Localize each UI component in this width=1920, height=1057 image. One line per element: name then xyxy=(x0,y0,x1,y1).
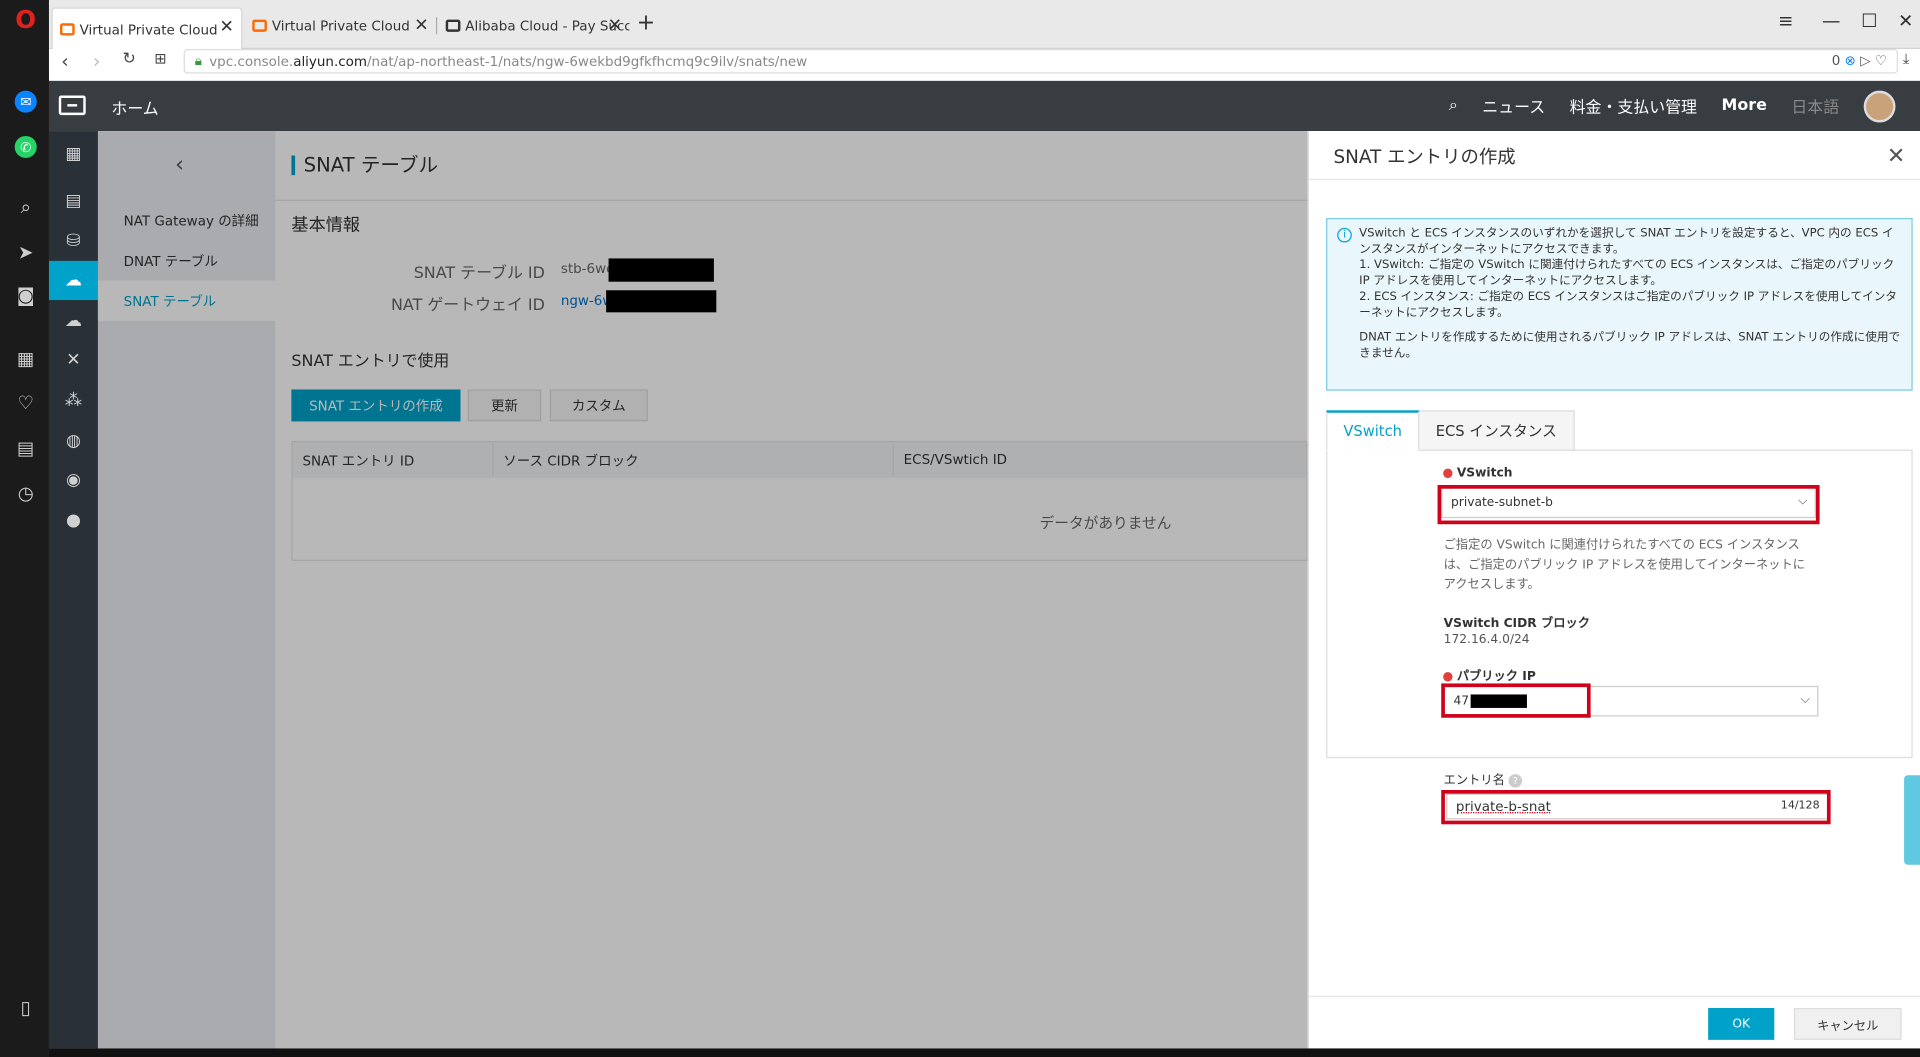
header-actions: ⌕ ニュース 料金・支払い管理 More 日本語 xyxy=(1449,81,1920,131)
browser-tab[interactable]: Virtual Private Cloud ✕ xyxy=(51,7,243,51)
forward-icon[interactable]: › xyxy=(93,50,100,72)
dialog-title: SNAT エントリの作成 xyxy=(1333,145,1516,168)
console-header: ホーム ⌕ ニュース 料金・支払い管理 More 日本語 xyxy=(48,80,1920,132)
snap-icon[interactable]: ▷ xyxy=(1860,53,1870,69)
language-link[interactable]: 日本語 xyxy=(1791,94,1839,117)
globe-icon[interactable]: ◍ xyxy=(49,421,98,460)
vswitch-help-text: ご指定の VSwitch に関連付けられたすべての ECS インスタンスは、ご指… xyxy=(1443,538,1805,592)
close-window-icon[interactable]: ✕ xyxy=(1898,10,1913,32)
cluster-icon[interactable]: ⁂ xyxy=(49,381,98,420)
browser-tab[interactable]: Virtual Private Cloud ✕ xyxy=(245,7,436,44)
bookmark-heart-icon[interactable]: ♡ xyxy=(1875,53,1887,69)
highlight-box xyxy=(1441,789,1831,825)
tab-ecs-instance[interactable]: ECS インスタンス xyxy=(1417,410,1575,451)
back-icon[interactable]: ‹ xyxy=(61,50,68,72)
tab-title: Alibaba Cloud - Pay Succe xyxy=(465,17,630,34)
cloud-storage-icon[interactable]: ☁ xyxy=(49,301,98,340)
cancel-button[interactable]: キャンセル xyxy=(1793,1008,1902,1040)
home-link[interactable]: ホーム xyxy=(111,96,158,118)
news-icon[interactable]: ▤ xyxy=(12,435,39,462)
url-field[interactable]: 🔒︎ vpc.console. aliyun.com/nat/ap-northea… xyxy=(183,48,1898,74)
camera-icon[interactable]: ◙ xyxy=(12,282,39,309)
url-prefix: vpc.console. xyxy=(209,53,294,70)
billing-link[interactable]: 料金・支払い管理 xyxy=(1570,94,1697,117)
close-tab-icon[interactable]: ✕ xyxy=(220,17,234,37)
more-menu[interactable]: More xyxy=(1721,97,1766,115)
divider xyxy=(1308,995,1920,997)
tab-title: Virtual Private Cloud xyxy=(271,17,410,34)
tab-menu-icon[interactable]: ≡ xyxy=(1778,10,1793,32)
chevron-down-icon: ⌵ xyxy=(1800,693,1810,707)
info-text: VSwitch と ECS インスタンスのいずれかを選択して SNAT エントリ… xyxy=(1359,226,1894,256)
tab-strip: Virtual Private Cloud ✕ Virtual Private … xyxy=(48,0,1920,51)
vswitch-label: ● VSwitch xyxy=(1442,466,1513,481)
news-link[interactable]: ニュース xyxy=(1482,94,1545,117)
create-snat-dialog: SNAT エントリの作成 ✕ i VSwitch と ECS インスタンスのいず… xyxy=(1307,131,1920,1049)
sidebar-toggle-icon[interactable]: ▯ xyxy=(12,995,39,1022)
circle-icon[interactable]: ● xyxy=(49,501,98,540)
database-icon[interactable]: ⛁ xyxy=(49,222,98,261)
ok-button[interactable]: OK xyxy=(1708,1008,1775,1040)
adblock-icon[interactable]: ⊗ xyxy=(1845,53,1856,69)
products-grid-icon[interactable]: ▦ xyxy=(49,135,98,174)
messenger-icon[interactable]: ✉ xyxy=(14,90,37,113)
entry-name-label: エントリ名? xyxy=(1444,769,1523,788)
info-note: DNAT エントリを作成するために使用されるパブリック IP アドレスは、SNA… xyxy=(1359,330,1901,361)
highlight-box xyxy=(1437,485,1820,525)
search-icon[interactable]: ⌕ xyxy=(12,194,39,221)
info-notice: i VSwitch と ECS インスタンスのいずれかを選択して SNAT エン… xyxy=(1326,218,1913,391)
minimize-icon[interactable]: — xyxy=(1822,10,1840,32)
opera-logo-icon[interactable]: O xyxy=(12,5,39,34)
alibaba-cloud-logo[interactable] xyxy=(58,95,86,116)
whatsapp-icon[interactable]: ✆ xyxy=(14,135,37,158)
product-sidebar: ▦ ▤ ⛁ ☁ ☁ ✕ ⁂ ◍ ◉ ● xyxy=(48,131,98,1049)
tab-title: Virtual Private Cloud xyxy=(79,21,218,38)
info-icon: i xyxy=(1337,227,1352,243)
info-text: 1. VSwitch: ご指定の VSwitch に関連付けられたすべての EC… xyxy=(1359,258,1895,288)
url-actions: 0 ⊗ ▷ ♡ xyxy=(1832,53,1887,69)
taskbar-strip xyxy=(48,1048,1920,1057)
modal-overlay[interactable] xyxy=(97,131,1308,1049)
download-icon[interactable]: ⤓ xyxy=(1903,50,1910,68)
browser-tab[interactable]: Alibaba Cloud - Pay Succe ✕ xyxy=(438,7,629,44)
lock-icon: 🔒︎ xyxy=(194,52,202,69)
url-path: /nat/ap-northeast-1/nats/ngw-6wekbd9gfkf… xyxy=(367,53,808,70)
cloud-icon[interactable]: ☁ xyxy=(48,260,98,301)
highlight-box xyxy=(1441,683,1591,718)
cidr-label: VSwitch CIDR ブロック xyxy=(1443,617,1590,631)
cidr-value: 172.16.4.0/24 xyxy=(1443,633,1530,647)
help-icon[interactable]: ? xyxy=(1508,774,1523,788)
tab-divider xyxy=(435,17,438,35)
tab-grid-icon[interactable]: ⊞ xyxy=(154,50,166,67)
tab-vswitch[interactable]: VSwitch xyxy=(1326,410,1420,451)
address-bar: ‹ › ↻ ⊞ 🔒︎ vpc.console. aliyun.com/nat/ap… xyxy=(48,48,1920,75)
monitor-icon[interactable]: ◉ xyxy=(49,461,98,500)
screen: O ✉ ✆ ⌕ ➤ ◙ ▦ ♡ ▤ ◷ ▯ Virtual Private Cl… xyxy=(0,0,1920,1057)
opera-sidebar: O ✉ ✆ ⌕ ➤ ◙ ▦ ♡ ▤ ◷ ▯ xyxy=(0,0,49,1057)
alibaba-favicon-icon xyxy=(252,19,267,32)
public-ip-label: ● パブリック IP xyxy=(1442,669,1536,684)
contact-us-tab[interactable] xyxy=(1904,775,1920,865)
search-icon[interactable]: ⌕ xyxy=(1449,97,1458,115)
server-icon[interactable]: ▤ xyxy=(49,181,98,220)
close-icon[interactable]: ✕ xyxy=(1887,143,1905,169)
history-icon[interactable]: ◷ xyxy=(12,480,39,507)
alibaba-favicon-icon xyxy=(445,19,461,32)
close-tab-icon[interactable]: ✕ xyxy=(414,16,428,36)
info-text: 2. ECS インスタンス: ご指定の ECS インスタンスはご指定のパブリック… xyxy=(1359,290,1898,320)
send-icon[interactable]: ➤ xyxy=(12,239,39,266)
avatar[interactable] xyxy=(1863,90,1896,122)
close-tab-icon[interactable]: ✕ xyxy=(608,16,622,36)
reload-icon[interactable]: ↻ xyxy=(122,50,135,68)
heart-icon[interactable]: ♡ xyxy=(12,389,39,416)
new-tab-icon[interactable]: + xyxy=(637,10,655,36)
maximize-icon[interactable]: ☐ xyxy=(1861,10,1877,32)
alibaba-favicon-icon xyxy=(60,23,75,36)
divider xyxy=(1308,178,1920,181)
url-domain: aliyun.com xyxy=(293,53,368,70)
adblock-count[interactable]: 0 xyxy=(1832,53,1841,69)
tools-icon[interactable]: ✕ xyxy=(49,340,98,379)
speed-dial-icon[interactable]: ▦ xyxy=(12,345,39,372)
